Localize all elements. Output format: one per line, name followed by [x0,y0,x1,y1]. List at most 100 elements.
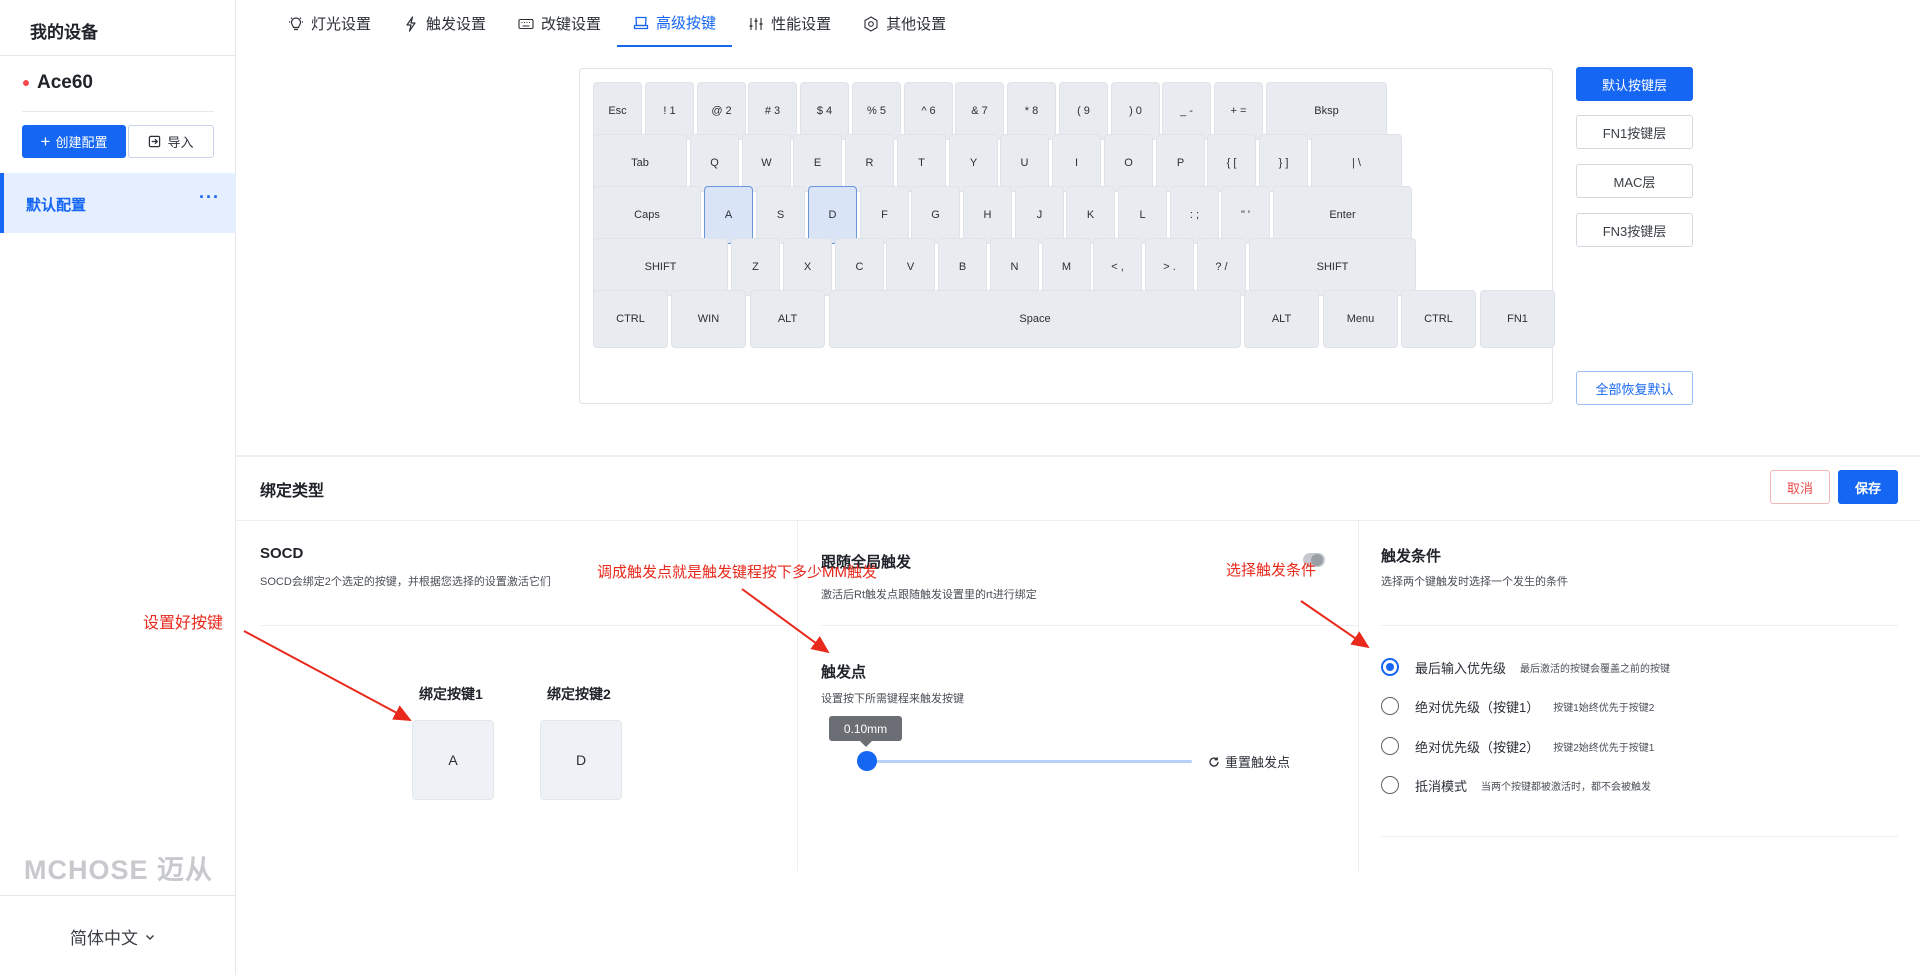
key[interactable]: G [911,186,960,244]
key[interactable]: " ' [1221,186,1270,244]
condition-desc: 选择两个键触发时选择一个发生的条件 [1381,576,1568,588]
key[interactable]: H [963,186,1012,244]
reset-actuation-button[interactable]: 重置触发点 [1208,752,1290,771]
key[interactable]: Bksp [1266,82,1387,140]
condition-option[interactable]: 抵消模式 当两个按键都被激活时，都不会被触发 [1381,775,1651,795]
save-button[interactable]: 保存 [1838,470,1898,504]
key[interactable]: E [793,134,842,192]
bind-key2-slot[interactable]: D [540,720,622,800]
radio-button[interactable] [1381,658,1399,676]
create-config-button[interactable]: + 创建配置 [22,125,126,158]
key[interactable]: Q [690,134,739,192]
key[interactable]: ALT [1244,290,1319,348]
condition-option[interactable]: 绝对优先级（按键1） 按键1始终优先于按键2 [1381,696,1654,716]
key[interactable]: _ - [1162,82,1211,140]
key[interactable]: I [1052,134,1101,192]
key[interactable]: } ] [1259,134,1308,192]
key[interactable]: M [1042,238,1091,296]
key[interactable]: Y [949,134,998,192]
tab-other[interactable]: 其他设置 [847,0,962,47]
key[interactable]: Enter [1273,186,1412,244]
radio-button[interactable] [1381,737,1399,755]
key[interactable]: + = [1214,82,1263,140]
plus-icon: + [40,132,51,151]
tab-lighting[interactable]: 灯光设置 [272,0,387,47]
key[interactable]: & 7 [955,82,1004,140]
condition-option[interactable]: 绝对优先级（按键2） 按键2始终优先于按键1 [1381,736,1654,756]
brand-logo: MCHOSE 迈从 [24,855,214,885]
key[interactable]: $ 4 [800,82,849,140]
key[interactable]: S [756,186,805,244]
key[interactable]: Esc [593,82,642,140]
key[interactable]: J [1015,186,1064,244]
key[interactable]: L [1118,186,1167,244]
actuation-tooltip: 0.10mm [829,716,902,747]
key[interactable]: B [938,238,987,296]
key[interactable]: { [ [1207,134,1256,192]
actuation-slider-track[interactable] [866,760,1192,763]
reset-all-button[interactable]: 全部恢复默认 [1576,371,1693,405]
key[interactable]: ^ 6 [904,82,953,140]
key[interactable]: WIN [671,290,746,348]
device-name[interactable]: Ace60 [37,72,93,94]
layer-default-button[interactable]: 默认按键层 [1576,67,1693,101]
config-item-default[interactable]: 默认配置 ··· [0,173,236,233]
actuation-slider-handle[interactable] [857,751,877,771]
tab-advanced-keys[interactable]: 高级按键 [617,0,733,47]
key[interactable]: ! 1 [645,82,694,140]
key[interactable]: A [704,186,753,244]
condition-option[interactable]: 最后输入优先级 最后激活的按键会覆盖之前的按键 [1381,657,1670,677]
key[interactable]: : ; [1170,186,1219,244]
tab-trigger[interactable]: 触发设置 [387,0,502,47]
radio-button[interactable] [1381,697,1399,715]
key[interactable]: @ 2 [697,82,746,140]
key[interactable]: SHIFT [593,238,728,296]
key[interactable]: ( 9 [1059,82,1108,140]
key[interactable]: F [860,186,909,244]
key[interactable]: > . [1145,238,1194,296]
layer-mac-button[interactable]: MAC层 [1576,164,1693,198]
key[interactable]: W [742,134,791,192]
key[interactable]: % 5 [852,82,901,140]
key[interactable]: R [845,134,894,192]
key[interactable]: D [808,186,857,244]
key[interactable]: V [886,238,935,296]
bind-key1-slot[interactable]: A [412,720,494,800]
key[interactable]: Z [731,238,780,296]
key[interactable]: # 3 [748,82,797,140]
key[interactable]: CTRL [593,290,668,348]
key[interactable]: FN1 [1480,290,1555,348]
layer-fn3-button[interactable]: FN3按键层 [1576,213,1693,247]
radio-button[interactable] [1381,776,1399,794]
key[interactable]: U [1000,134,1049,192]
key[interactable]: SHIFT [1249,238,1416,296]
key[interactable]: * 8 [1007,82,1056,140]
annotation-arrow [741,588,830,654]
key[interactable]: ) 0 [1111,82,1160,140]
more-icon[interactable]: ··· [199,187,220,208]
key[interactable]: < , [1093,238,1142,296]
key[interactable]: T [897,134,946,192]
tab-performance[interactable]: 性能设置 [732,0,847,47]
key[interactable]: Space [829,290,1241,348]
actuation-title: 触发点 [821,664,867,681]
tab-remap[interactable]: 改键设置 [502,0,617,47]
key[interactable]: Tab [593,134,687,192]
language-select[interactable]: 简体中文 [70,924,156,949]
cancel-button[interactable]: 取消 [1770,470,1830,504]
layer-fn1-button[interactable]: FN1按键层 [1576,115,1693,149]
key[interactable]: Menu [1323,290,1398,348]
key[interactable]: Caps [593,186,701,244]
key[interactable]: ALT [750,290,825,348]
key[interactable]: O [1104,134,1153,192]
key[interactable]: P [1156,134,1205,192]
import-button[interactable]: 导入 [128,125,214,158]
key[interactable]: CTRL [1401,290,1476,348]
actuation-desc: 设置按下所需键程来触发按键 [821,693,964,705]
key[interactable]: ? / [1197,238,1246,296]
key[interactable]: X [783,238,832,296]
key[interactable]: | \ [1311,134,1402,192]
key[interactable]: K [1066,186,1115,244]
key[interactable]: C [835,238,884,296]
key[interactable]: N [990,238,1039,296]
